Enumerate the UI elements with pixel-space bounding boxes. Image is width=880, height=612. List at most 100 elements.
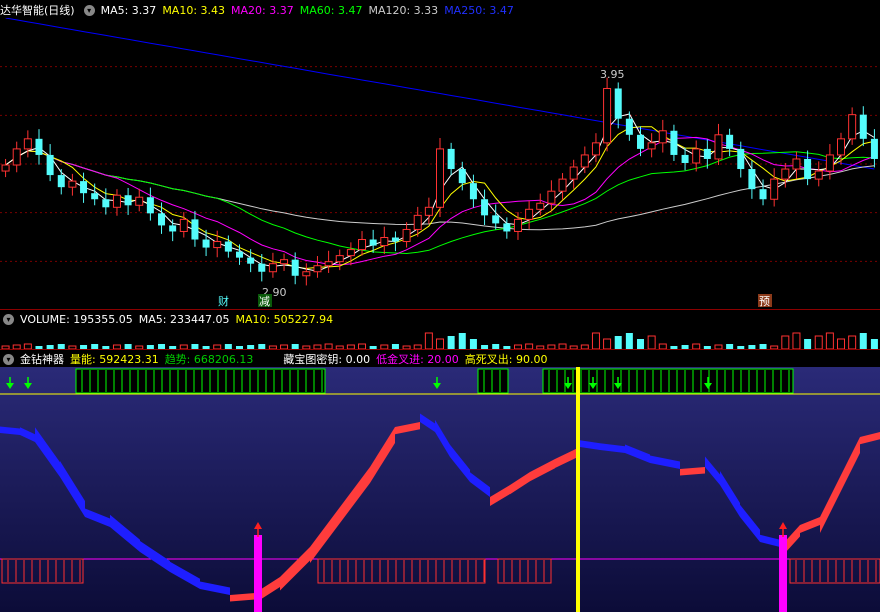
candle[interactable] xyxy=(536,193,545,216)
candle[interactable] xyxy=(614,82,622,129)
candle[interactable] xyxy=(213,230,222,258)
volume-bar xyxy=(870,339,878,349)
pane-divider[interactable] xyxy=(0,309,880,310)
candle[interactable] xyxy=(770,168,779,207)
stock-title[interactable]: 达华智能(日线) xyxy=(0,2,75,18)
candle[interactable] xyxy=(447,142,455,176)
low-cross-label: 低金叉进: 20.00 xyxy=(376,353,459,366)
volume-bar xyxy=(614,336,622,349)
candle[interactable] xyxy=(335,249,344,271)
candle[interactable] xyxy=(158,202,166,234)
candle[interactable] xyxy=(80,172,88,203)
volume-bar xyxy=(424,332,433,349)
candle[interactable] xyxy=(268,252,277,278)
dropdown-icon[interactable]: ▾ xyxy=(3,353,14,365)
candle[interactable] xyxy=(647,133,656,158)
volume-bar xyxy=(825,332,834,349)
chart-window: 达华智能(日线) ▾ MA5: 3.37 MA10: 3.43 MA20: 3.… xyxy=(0,0,880,612)
dropdown-icon[interactable]: ▾ xyxy=(3,313,14,325)
ma10-label: MA10: 3.43 xyxy=(162,3,226,17)
candle[interactable] xyxy=(247,249,255,273)
candle[interactable] xyxy=(814,161,823,187)
candle[interactable] xyxy=(714,123,723,166)
candle[interactable] xyxy=(837,132,846,165)
candle[interactable] xyxy=(35,129,43,165)
tag-cai[interactable]: 财 xyxy=(218,294,229,308)
ma20-label: MA20: 3.37 xyxy=(231,3,294,17)
candle[interactable] xyxy=(436,138,444,217)
tag-yu[interactable]: 预 xyxy=(759,295,770,308)
price-chart[interactable]: 3.95 2.90 财 减 预 xyxy=(0,18,880,310)
volume-bar xyxy=(625,333,633,349)
candle[interactable] xyxy=(12,141,21,173)
cursor-line[interactable] xyxy=(576,367,580,612)
key-label: 藏宝图密钥: 0.00 xyxy=(283,353,371,366)
volume-chart[interactable] xyxy=(0,327,880,349)
candle[interactable] xyxy=(135,188,144,212)
candle[interactable] xyxy=(748,160,756,199)
candle[interactable] xyxy=(280,253,289,271)
candle[interactable] xyxy=(112,189,121,216)
candle[interactable] xyxy=(324,250,333,273)
candle[interactable] xyxy=(169,219,177,242)
candle[interactable] xyxy=(458,161,466,191)
candle[interactable] xyxy=(625,111,633,141)
candle[interactable] xyxy=(46,144,54,182)
candle[interactable] xyxy=(547,180,556,211)
candle[interactable] xyxy=(302,263,311,286)
pane-divider[interactable] xyxy=(0,349,880,350)
ma120-label: MA120: 3.33 xyxy=(368,3,439,17)
candle[interactable] xyxy=(692,140,701,172)
volume-bar xyxy=(637,339,645,349)
volume-bar xyxy=(458,333,466,349)
candle[interactable] xyxy=(23,130,32,158)
volume-bar xyxy=(469,339,477,349)
volume-header: ▾ VOLUME: 195355.05 MA5: 233447.05 MA10:… xyxy=(0,311,339,327)
candle[interactable] xyxy=(380,226,389,255)
candle[interactable] xyxy=(737,141,745,178)
candle[interactable] xyxy=(179,212,188,238)
candle[interactable] xyxy=(870,129,878,168)
ma250-label: MA250: 3.47 xyxy=(444,3,514,17)
dropdown-icon[interactable]: ▾ xyxy=(83,4,95,16)
candle[interactable] xyxy=(726,128,734,157)
volume-bar xyxy=(603,338,612,349)
candle[interactable] xyxy=(658,119,667,153)
trend-label: 趋势: 668206.13 xyxy=(164,353,254,366)
candle[interactable] xyxy=(1,158,10,178)
candle[interactable] xyxy=(358,231,367,256)
candle[interactable] xyxy=(191,210,199,247)
candle[interactable] xyxy=(124,187,132,215)
candle[interactable] xyxy=(57,169,65,195)
volume-bar xyxy=(804,339,812,349)
candle[interactable] xyxy=(313,256,322,278)
main-header: 达华智能(日线) ▾ MA5: 3.37 MA10: 3.43 MA20: 3.… xyxy=(0,2,520,18)
volume-bar xyxy=(591,332,600,349)
indicator-chart[interactable] xyxy=(0,367,880,612)
candle[interactable] xyxy=(859,106,867,147)
candle[interactable] xyxy=(291,252,299,285)
tag-jian[interactable]: 减 xyxy=(259,295,270,308)
candle[interactable] xyxy=(68,173,77,196)
energy-label: 量能: 592423.31 xyxy=(70,353,159,366)
candle[interactable] xyxy=(848,107,857,145)
vol-ma10-label: MA10: 505227.94 xyxy=(235,312,334,326)
volume-bar xyxy=(447,336,455,349)
candle[interactable] xyxy=(525,200,534,230)
candle[interactable] xyxy=(91,183,99,206)
candle[interactable] xyxy=(402,222,411,248)
volume-label: VOLUME: 195355.05 xyxy=(20,312,133,326)
ma60-label: MA60: 3.47 xyxy=(299,3,363,17)
candle[interactable] xyxy=(558,173,567,200)
vol-ma5-label: MA5: 233447.05 xyxy=(138,312,230,326)
candle[interactable] xyxy=(146,187,154,221)
candle[interactable] xyxy=(481,189,489,226)
candle[interactable] xyxy=(759,179,767,206)
indicator-name[interactable]: 金钻神器 xyxy=(20,351,64,367)
candle[interactable] xyxy=(492,204,500,230)
buy-signal-icon xyxy=(779,522,787,612)
candle[interactable] xyxy=(603,77,612,152)
candle[interactable] xyxy=(670,124,678,161)
candle[interactable] xyxy=(391,231,399,252)
candle[interactable] xyxy=(804,150,812,186)
